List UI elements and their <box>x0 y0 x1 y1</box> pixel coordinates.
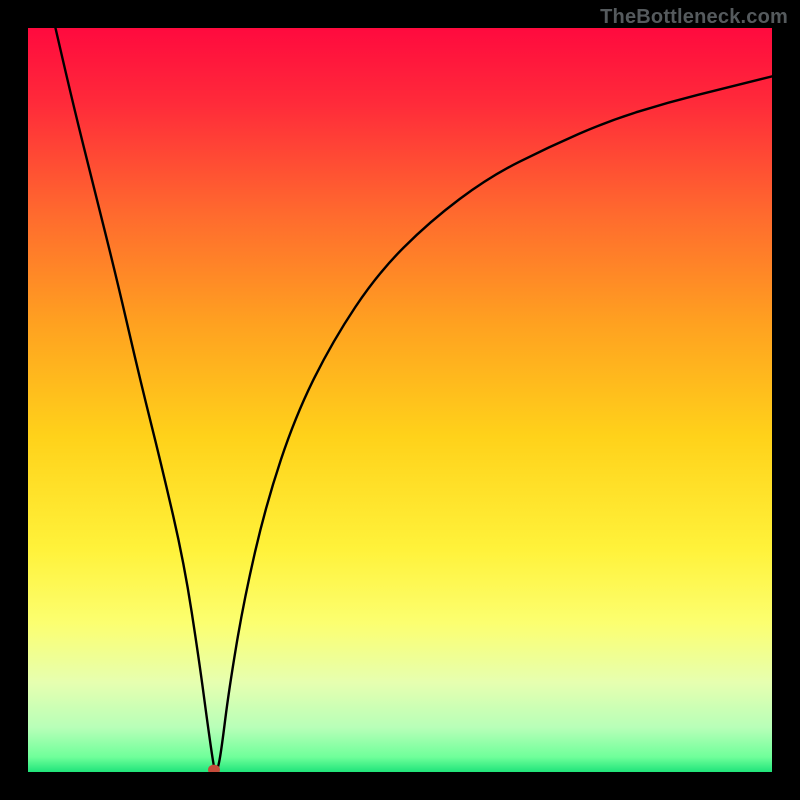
plot-area <box>28 28 772 772</box>
chart-frame: TheBottleneck.com <box>0 0 800 800</box>
watermark-label: TheBottleneck.com <box>600 6 788 29</box>
gradient-background <box>28 28 772 772</box>
chart-svg <box>28 28 772 772</box>
